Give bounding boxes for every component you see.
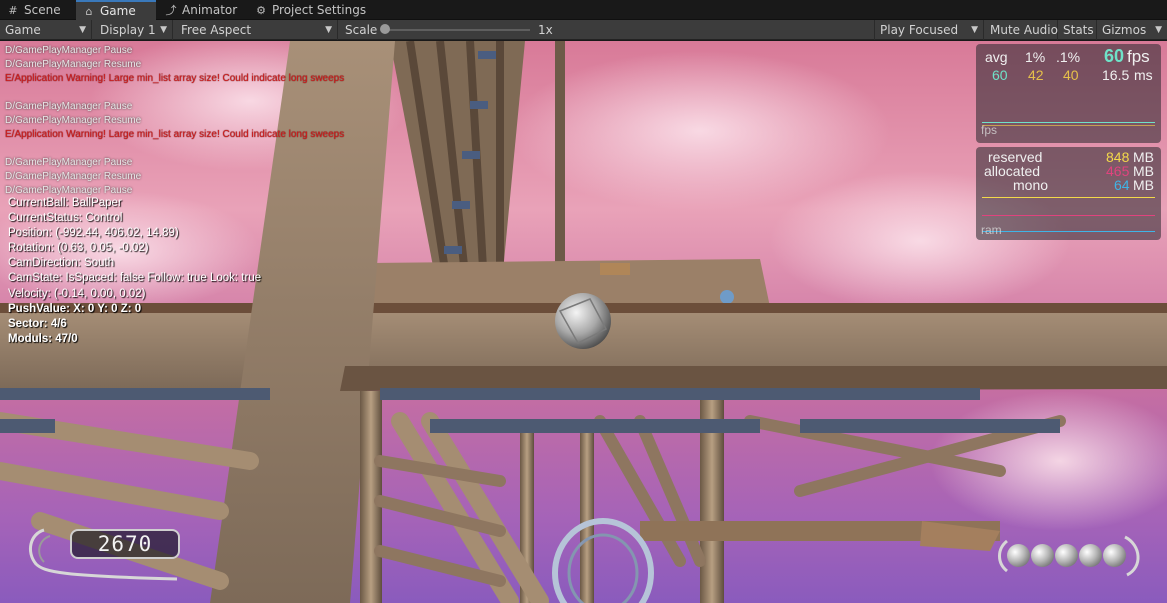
mono-label: mono <box>1013 177 1049 193</box>
p1-label: 1% <box>1025 49 1046 65</box>
chevron-down-icon: ▼ <box>1155 25 1162 35</box>
allocated-graph-line <box>982 215 1155 216</box>
mono-value: 64 <box>1114 177 1130 193</box>
editor-tab-bar: # Scene ⌂ Game ⤴ Animator ⚙ Project Settings <box>0 0 1167 20</box>
fps-unit: fps <box>1127 47 1150 66</box>
animator-icon: ⤴ <box>165 4 177 17</box>
fps-value: 60 <box>1104 46 1125 66</box>
tab-scene[interactable]: # Scene <box>0 0 72 20</box>
life-ball-icon <box>1007 544 1030 567</box>
gamepad-icon: ⌂ <box>85 5 93 18</box>
p1-value: 42 <box>1028 67 1044 83</box>
game-view-toolbar: Game ▼ Display 1 ▼ Free Aspect ▼ Scale 1x P… <box>0 20 1167 40</box>
log-line: D/GamePlayManager Pause <box>5 45 133 56</box>
ms-unit: ms <box>1134 67 1153 83</box>
current-status: CurrentStatus: Control <box>8 212 123 225</box>
scale-control: Scale 1x <box>345 23 553 37</box>
avg-value: 60 <box>992 67 1008 83</box>
moduls-readout: Moduls: 47/0 <box>8 332 78 345</box>
log-line: D/GamePlayManager Pause <box>5 101 133 112</box>
play-mode-select[interactable]: Play Focused ▼ <box>874 20 984 40</box>
life-ball-icon <box>1079 544 1102 567</box>
fps-graph-label: fps <box>981 123 998 137</box>
velocity-readout: Velocity: (-0.14, 0.00, 0.02) <box>8 287 146 300</box>
chevron-down-icon: ▼ <box>971 25 978 35</box>
p01-value: 40 <box>1063 67 1079 83</box>
gizmos-toggle[interactable]: Gizmos ▼ <box>1097 20 1167 40</box>
cam-direction: CamDirection: South <box>8 257 115 270</box>
game-viewport[interactable]: D/GamePlayManager Pause D/GamePlayManage… <box>0 41 1167 603</box>
log-error-line: E/Application Warning! Large min_list ar… <box>5 129 345 140</box>
debug-log: D/GamePlayManager Pause D/GamePlayManage… <box>5 44 344 198</box>
push-value: PushValue: X: 0 Y: 0 Z: 0 <box>8 302 142 315</box>
fps-graph-line-low <box>982 125 1155 126</box>
log-line: D/GamePlayManager Resume <box>5 59 142 70</box>
log-line: D/GamePlayManager Resume <box>5 171 142 182</box>
aspect-select[interactable]: Free Aspect ▼ <box>176 20 338 40</box>
ram-graph-label: ram <box>981 223 1002 237</box>
ram-stats-panel: reserved allocated mono 848 465 64 MB MB… <box>976 147 1161 240</box>
stats-toggle[interactable]: Stats <box>1058 20 1097 40</box>
avg-label: avg <box>985 49 1008 65</box>
current-ball: CurrentBall: BallPaper <box>8 197 122 209</box>
log-error-line: E/Application Warning! Large min_list ar… <box>5 73 345 84</box>
fps-stats-panel: avg 1% .1% 60 fps 60 42 40 16.5 ms fps <box>976 44 1161 143</box>
mono-graph-line <box>982 231 1155 232</box>
sector-readout: Sector: 4/6 <box>8 317 67 330</box>
mono-unit: MB <box>1133 177 1154 193</box>
reserved-graph-line <box>982 197 1155 198</box>
log-line: D/GamePlayManager Pause <box>5 157 133 168</box>
grid-icon: # <box>8 4 18 17</box>
chevron-down-icon: ▼ <box>79 25 86 35</box>
life-ball-icon <box>1031 544 1054 567</box>
tab-project-settings[interactable]: ⚙ Project Settings <box>248 0 378 20</box>
gear-icon: ⚙ <box>256 4 266 17</box>
score-display: 2670 <box>70 529 180 559</box>
score-hud: 2670 <box>22 524 182 584</box>
fps-graph-line <box>982 122 1155 123</box>
log-line: D/GamePlayManager Resume <box>5 115 142 126</box>
life-ball-icon <box>1103 544 1126 567</box>
scale-slider[interactable] <box>385 29 530 31</box>
p01-label: .1% <box>1056 49 1081 65</box>
view-select[interactable]: Game ▼ <box>0 20 92 40</box>
lives-hud <box>995 531 1145 581</box>
display-select[interactable]: Display 1 ▼ <box>95 20 173 40</box>
tab-game[interactable]: ⌂ Game <box>76 0 156 20</box>
position-readout: Position: (-992.44, 406.02, 14.89) <box>8 227 179 240</box>
ms-value: 16.5 <box>1102 67 1130 83</box>
debug-status: CurrentBall: BallPaper CurrentStatus: Co… <box>8 196 261 347</box>
mute-audio-toggle[interactable]: Mute Audio <box>985 20 1058 40</box>
rotation-readout: Rotation: (0.63, 0.05, -0.02) <box>8 242 149 255</box>
chevron-down-icon: ▼ <box>160 25 167 35</box>
cam-state: CamState: IsSpaced: false Follow: true L… <box>8 272 262 285</box>
life-ball-icon <box>1055 544 1078 567</box>
chevron-down-icon: ▼ <box>325 25 332 35</box>
scale-slider-knob[interactable] <box>380 24 390 34</box>
tab-animator[interactable]: ⤴ Animator <box>158 0 246 20</box>
